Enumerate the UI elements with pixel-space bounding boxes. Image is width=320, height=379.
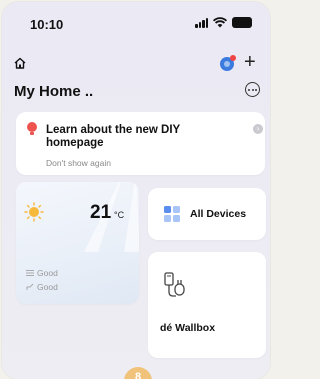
humidity-row: Good (26, 282, 58, 292)
devices-icon (164, 206, 180, 222)
air-quality-icon (26, 270, 34, 276)
close-icon[interactable]: › (253, 124, 263, 134)
add-icon[interactable]: + (244, 52, 256, 72)
sun-icon (24, 202, 44, 222)
all-devices-label: All Devices (190, 208, 247, 220)
humidity-icon (26, 283, 34, 290)
banner-title: Learn about the new DIY homepage (46, 124, 180, 149)
avatar[interactable] (218, 54, 238, 72)
more-icon[interactable] (245, 82, 260, 97)
wallbox-card[interactable]: dé Wallbox (148, 252, 266, 358)
dont-show-again-link[interactable]: Don't show again (46, 158, 111, 168)
air-quality-row: Good (26, 268, 58, 278)
wallbox-label: dé Wallbox (160, 322, 216, 334)
battery-icon (232, 17, 252, 28)
floating-action-icon[interactable]: 8 (124, 367, 152, 379)
status-icons (195, 17, 252, 28)
wifi-icon (213, 17, 227, 28)
signal-icon (195, 17, 208, 28)
status-time: 10:10 (30, 17, 64, 32)
temperature-unit: °C (114, 210, 125, 220)
humidity-label: Good (37, 282, 58, 292)
diy-homepage-banner[interactable]: Learn about the new DIY homepage Don't s… (16, 112, 265, 175)
weather-card[interactable]: 21 °C Good Good (16, 182, 139, 304)
status-bar: 10:10 (2, 2, 270, 36)
all-devices-card[interactable]: All Devices (148, 188, 266, 240)
bulb-icon (27, 122, 37, 135)
temperature-value: 21 (90, 202, 112, 223)
page-title[interactable]: My Home .. (14, 83, 93, 100)
home-icon[interactable] (14, 57, 26, 69)
air-quality-label: Good (37, 268, 58, 278)
plug-icon (164, 272, 185, 297)
phone-screen: 10:10 + My Home .. Learn about the new D… (2, 2, 270, 379)
